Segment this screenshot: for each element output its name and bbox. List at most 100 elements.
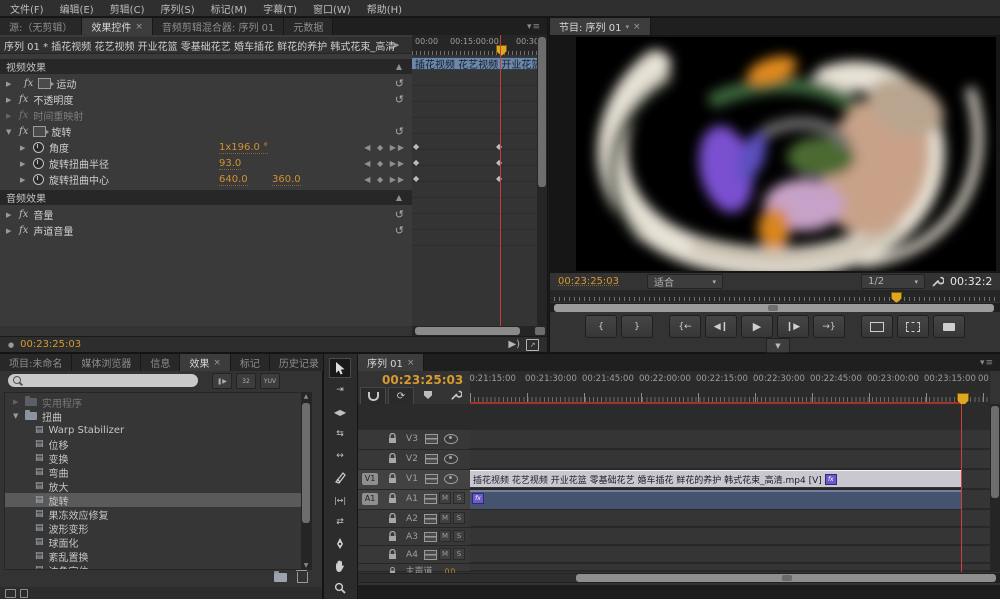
tab-info[interactable]: 信息 — [141, 354, 180, 371]
ecp-selected-clip-bar[interactable]: 插花视频 花艺视频 开业花篮 零 — [412, 57, 537, 70]
keyframe-nav-icons[interactable]: ◀ ◆ ▶▶ — [364, 175, 406, 184]
mute-toggle[interactable]: M — [439, 548, 451, 560]
step-forward-button[interactable]: ❙▶ — [777, 315, 809, 338]
menu-clip[interactable]: 剪辑(C) — [102, 1, 153, 16]
lock-toggle[interactable] — [384, 452, 400, 465]
hand-tool[interactable] — [329, 556, 351, 576]
show-timeline-icon[interactable]: ▶ — [394, 41, 399, 49]
fit-dropdown[interactable]: 适合 ▾ — [647, 274, 723, 289]
sync-lock-toggle[interactable] — [422, 452, 440, 465]
tab-project[interactable]: 项目:未命名 — [0, 354, 72, 371]
slip-tool[interactable]: |↔| — [329, 490, 351, 510]
disclosure-icon[interactable]: ▼ — [6, 128, 14, 136]
slide-tool[interactable]: ⇄ — [329, 512, 351, 532]
close-icon[interactable]: × — [407, 358, 415, 368]
step-back-button[interactable]: ◀❙ — [705, 315, 737, 338]
reset-icon[interactable]: ↺ — [395, 208, 404, 221]
tab-history[interactable]: 历史记录 — [270, 354, 329, 371]
sync-lock-toggle[interactable] — [422, 492, 438, 505]
add-marker-button[interactable] — [416, 387, 440, 403]
effect-item[interactable]: ▤变换 — [5, 451, 311, 465]
accelerated-effects-filter-button[interactable]: ❚▶ — [212, 373, 232, 389]
param-row-angle[interactable]: ▶ 角度 1x196.0 ° ◀ ◆ ▶▶ — [0, 140, 412, 155]
go-to-in-button[interactable]: {← — [669, 315, 701, 338]
button-editor-toggle[interactable]: ▼ — [766, 338, 790, 353]
keyframe-nav-icons[interactable]: ◀ ◆ ▶▶ — [364, 143, 406, 152]
extract-button[interactable] — [897, 315, 929, 338]
keyframe-icon[interactable]: ◆ — [413, 142, 419, 151]
video-effects-header[interactable]: 视频效果▲ — [0, 59, 412, 74]
angle-value[interactable]: 1x196.0 ° — [219, 142, 268, 154]
timeline-timecode[interactable]: 00:23:25:03 — [382, 373, 463, 387]
reset-icon[interactable]: ↺ — [395, 77, 404, 90]
export-icon[interactable]: ↗ — [526, 339, 539, 351]
disclosure-icon[interactable]: ▶ — [6, 211, 14, 219]
tab-metadata[interactable]: 元数据 — [284, 18, 333, 35]
stopwatch-icon[interactable] — [33, 158, 44, 169]
menu-title[interactable]: 字幕(T) — [255, 1, 305, 16]
track-a2-content[interactable] — [470, 510, 990, 528]
close-icon[interactable]: × — [633, 22, 641, 32]
tab-markers[interactable]: 标记 — [231, 354, 270, 371]
track-name[interactable]: V1 — [402, 472, 422, 485]
effect-item[interactable]: ▤边角定位 — [5, 563, 311, 570]
new-bin-icon[interactable] — [274, 573, 287, 582]
collapse-icon[interactable]: ▲ — [396, 62, 406, 71]
collapse-icon[interactable]: ▲ — [396, 193, 406, 202]
sync-lock-toggle[interactable] — [422, 548, 438, 561]
lock-toggle[interactable] — [384, 530, 400, 543]
timeline-ruler[interactable]: 00:21:15:00 00:21:30:00 00:21:45:00 00:2… — [470, 371, 990, 404]
track-v1-content[interactable]: 插花视频 花艺视频 开业花篮 零基础花艺 婚车插花 鲜花的养护 韩式花束_高清.… — [470, 470, 990, 490]
param-row-twirl-radius[interactable]: ▶ 旋转扭曲半径 93.0 ◀ ◆ ▶▶ — [0, 156, 412, 171]
tab-program[interactable]: 节目: 序列 01 ▾ × — [550, 18, 651, 35]
timeline-vertical-scrollbar[interactable] — [990, 404, 1000, 572]
wrench-icon[interactable] — [931, 275, 944, 288]
source-patch-audio[interactable]: A1 — [360, 492, 380, 505]
panel-menu-icon[interactable]: ▾≡ — [521, 18, 547, 35]
effect-item[interactable]: ▤位移 — [5, 437, 311, 451]
menu-edit[interactable]: 编辑(E) — [52, 1, 102, 16]
effect-item[interactable]: ▤果冻效应修复 — [5, 507, 311, 521]
param-row-twirl-center[interactable]: ▶ 旋转扭曲中心 640.0 360.0 ◀ ◆ ▶▶ — [0, 172, 412, 187]
32bit-filter-button[interactable]: 32 — [236, 373, 256, 389]
keyframe-icon[interactable]: ◆ — [413, 174, 419, 183]
ecp-horizontal-scrollbar[interactable] — [412, 326, 547, 336]
lock-toggle[interactable] — [384, 472, 400, 485]
ripple-edit-tool[interactable]: ◀▶ — [329, 402, 351, 422]
lock-toggle[interactable] — [384, 548, 400, 561]
menu-window[interactable]: 窗口(W) — [305, 1, 359, 16]
sync-lock-toggle[interactable] — [422, 472, 440, 485]
audio-clip[interactable]: fx — [470, 490, 962, 509]
delete-icon[interactable] — [297, 572, 308, 583]
menu-marker[interactable]: 标记(M) — [203, 1, 255, 16]
effect-item[interactable]: ▤紊乱置换 — [5, 549, 311, 563]
program-ruler[interactable] — [550, 290, 1000, 302]
effect-item[interactable]: ▤波形变形 — [5, 521, 311, 535]
yuv-filter-button[interactable]: YUV — [260, 373, 280, 389]
close-icon[interactable]: × — [135, 22, 143, 32]
track-output-toggle[interactable] — [442, 452, 460, 465]
play-audio-icon[interactable]: ▶) — [508, 339, 520, 350]
rolling-edit-tool[interactable]: ⇆ — [329, 424, 351, 444]
effect-controls-timeline[interactable]: 00:00 00:15:00:00 00:30:00 插花视频 花艺视频 开业花… — [412, 35, 537, 326]
stopwatch-icon[interactable] — [33, 142, 44, 153]
track-a3-content[interactable] — [470, 528, 990, 546]
zoom-tool[interactable] — [329, 578, 351, 598]
center-x-value[interactable]: 640.0 — [219, 174, 248, 186]
reset-icon[interactable]: ↺ — [395, 125, 404, 138]
lift-button[interactable] — [861, 315, 893, 338]
snap-button[interactable] — [360, 387, 386, 405]
ecp-playhead-line[interactable] — [500, 35, 501, 326]
track-name[interactable]: A4 — [402, 548, 422, 561]
tree-folder-utilities[interactable]: ▶ 实用程序 — [5, 395, 311, 409]
track-output-toggle[interactable] — [442, 472, 460, 485]
linked-selection-button[interactable]: ⟳ — [388, 387, 414, 405]
sync-lock-toggle[interactable] — [422, 530, 438, 543]
disclosure-icon[interactable]: ▶ — [6, 80, 14, 88]
play-button[interactable]: ▶ — [741, 315, 773, 338]
go-to-out-button[interactable]: →} — [813, 315, 845, 338]
menu-help[interactable]: 帮助(H) — [359, 1, 410, 16]
tab-source-monitor[interactable]: 源:（无剪辑） — [0, 18, 82, 35]
menu-file[interactable]: 文件(F) — [2, 1, 52, 16]
lock-toggle[interactable] — [384, 432, 400, 445]
